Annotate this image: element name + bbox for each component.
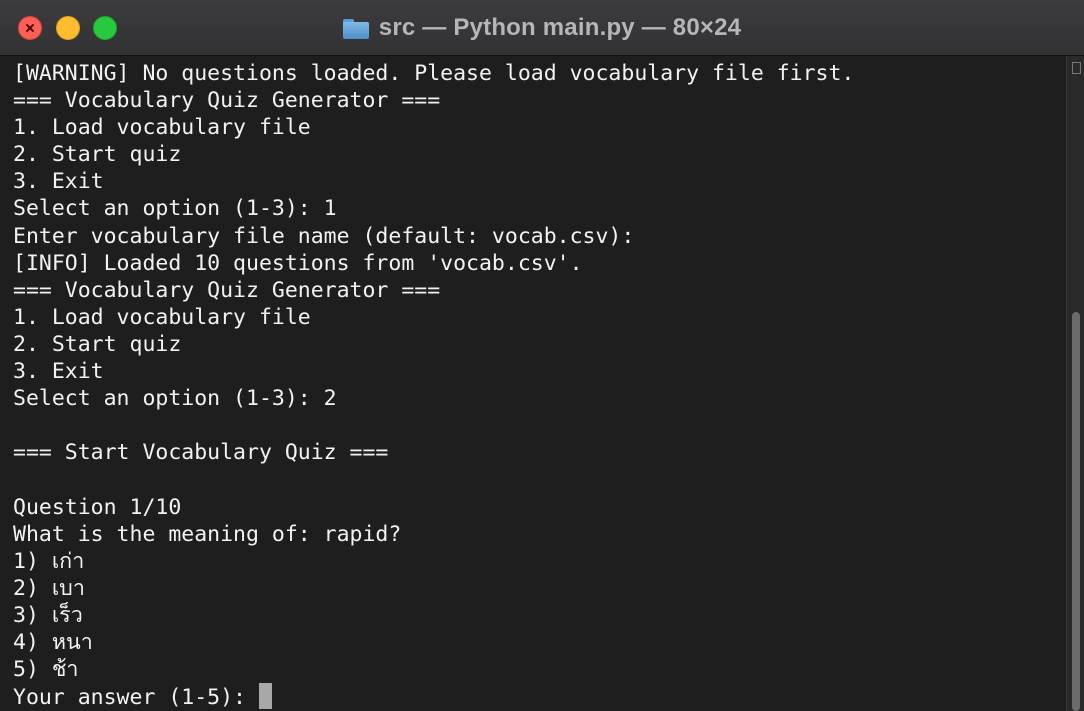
- title-bar[interactable]: src — Python main.py — 80×24: [0, 0, 1084, 56]
- scrollbar-thumb[interactable]: [1072, 312, 1080, 711]
- window-title: src — Python main.py — 80×24: [378, 14, 742, 41]
- terminal-line: Enter vocabulary file name (default: voc…: [13, 223, 635, 249]
- terminal-window: src — Python main.py — 80×24 [WARNING] N…: [0, 0, 1084, 711]
- terminal-line: 3. Exit: [13, 359, 104, 385]
- folder-icon: [342, 19, 369, 39]
- terminal-line: 3. Exit: [13, 169, 104, 195]
- terminal-line: What is the meaning of: rapid?: [13, 521, 402, 547]
- terminal-line: === Vocabulary Quiz Generator ===: [13, 277, 441, 303]
- terminal-line: Select an option (1-3): 1: [13, 196, 337, 222]
- terminal-line: [INFO] Loaded 10 questions from 'vocab.c…: [13, 250, 583, 276]
- terminal-line: [WARNING] No questions loaded. Please lo…: [13, 61, 855, 86]
- terminal-line: === Start Vocabulary Quiz ===: [13, 440, 389, 466]
- terminal-line: 5) ช้า: [13, 657, 79, 683]
- terminal-output[interactable]: [WARNING] No questions loaded. Please lo…: [0, 56, 1066, 711]
- terminal-line: 1) เก่า: [13, 548, 85, 574]
- terminal-line: Select an option (1-3): 2: [13, 386, 337, 412]
- terminal-line: 4) หนา: [13, 629, 93, 655]
- scroll-marker-icon: [1072, 62, 1081, 74]
- answer-prompt: Your answer (1-5):: [13, 685, 259, 711]
- terminal-line: 1. Load vocabulary file: [13, 304, 311, 330]
- vertical-scrollbar[interactable]: [1066, 56, 1084, 711]
- terminal-line: 2) เบา: [13, 575, 85, 601]
- terminal-line: 3) เร็ว: [13, 602, 83, 628]
- prompt-line[interactable]: Your answer (1-5):: [13, 683, 1066, 710]
- terminal-line: Question 1/10: [13, 494, 182, 520]
- terminal-line: 2. Start quiz: [13, 331, 182, 357]
- terminal-line: 1. Load vocabulary file: [13, 115, 311, 141]
- terminal-line: === Vocabulary Quiz Generator ===: [13, 88, 441, 114]
- window-title-container: src — Python main.py — 80×24: [0, 0, 1084, 56]
- terminal-line: 2. Start quiz: [13, 142, 182, 168]
- text-cursor[interactable]: [258, 683, 272, 710]
